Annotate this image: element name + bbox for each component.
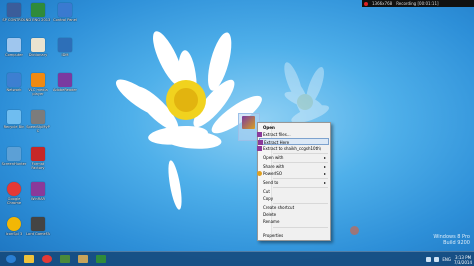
screen-icon <box>7 147 21 161</box>
menu-item-extract-to[interactable]: Extract to shaikh_ccgsh10th\ <box>257 145 329 152</box>
taskbar[interactable]: ENG 3:13 PM 7/3/2014 <box>0 251 474 266</box>
poweriso-icon <box>257 171 262 176</box>
desktop[interactable]: 1366x768 Recording [00:01:11] SP CONTROL… <box>0 0 474 266</box>
computer-icon <box>7 38 21 52</box>
menu-item-rename[interactable]: Rename <box>259 218 329 225</box>
desktop-icon[interactable]: Computer <box>1 38 27 57</box>
clock-date: 7/3/2014 <box>454 259 472 265</box>
taskbar-button-app[interactable] <box>57 253 73 265</box>
desktop-icon[interactable]: ND ENG 2013 <box>25 3 51 22</box>
network-icon <box>7 73 21 87</box>
vlc-icon <box>31 73 45 87</box>
menu-item-share-with[interactable]: Share with ▸ <box>259 163 329 170</box>
taskbar-button-app[interactable] <box>75 253 91 265</box>
taskbar-button-chrome[interactable] <box>39 253 55 265</box>
desktop-icon[interactable]: AdobeReader <box>52 73 78 92</box>
desktop-icon[interactable]: SpeedUpMyPC <box>25 110 51 134</box>
menu-item-delete[interactable]: Delete <box>259 211 329 218</box>
submenu-arrow-icon: ▸ <box>323 155 326 160</box>
menu-item-create-shortcut[interactable]: Create shortcut <box>259 204 329 211</box>
network-tray-icon[interactable] <box>426 257 432 262</box>
menu-item-extract-files[interactable]: Extract files... <box>257 131 329 138</box>
folder-icon <box>24 255 34 263</box>
game-icon <box>31 217 45 231</box>
desktop-icon[interactable]: Google Chrome <box>1 182 27 206</box>
format-factory-icon <box>31 147 45 161</box>
menu-item-poweriso[interactable]: PowerISO ▸ <box>257 170 329 177</box>
desktop-icon[interactable]: SP CONTROL <box>1 3 27 22</box>
desktop-icon[interactable]: IDM <box>52 38 78 57</box>
os-build: Build 9200 <box>443 240 470 246</box>
menu-item-send-to[interactable]: Send to ▸ <box>259 179 329 186</box>
menu-item-copy[interactable]: Copy <box>259 195 329 202</box>
recycle-bin-icon <box>7 110 21 124</box>
submenu-arrow-icon: ▸ <box>323 164 326 169</box>
system-tray[interactable]: ENG 3:13 PM 7/3/2014 <box>426 253 472 266</box>
desktop-icon[interactable]: Dictionary <box>25 38 51 57</box>
desktop-icon[interactable]: VLC media player <box>25 73 51 97</box>
chrome-icon <box>42 255 52 263</box>
app-icon <box>78 255 88 263</box>
recording-toolbar[interactable]: 1366x768 Recording [00:01:11] <box>362 0 474 7</box>
rar-icon <box>58 73 72 87</box>
brand-logo <box>350 224 400 244</box>
menu-item-properties[interactable]: Properties <box>259 232 329 239</box>
desktop-icon[interactable]: IconSpi 3 <box>1 217 27 236</box>
rar-archive-icon <box>242 116 255 129</box>
book-icon <box>31 38 45 52</box>
desktop-icon[interactable]: Recycle Bin <box>1 110 27 129</box>
logo-circle-icon <box>350 226 359 235</box>
volume-tray-icon[interactable] <box>434 257 440 262</box>
menu-item-open-with[interactable]: Open with ▸ <box>259 154 329 161</box>
chrome-icon <box>7 182 21 196</box>
language-indicator[interactable]: ENG <box>442 257 451 262</box>
os-watermark: Windows 8 Pro Build 9200 <box>433 234 470 246</box>
recording-status: Recording [00:01:11] <box>396 1 439 6</box>
ie-icon <box>6 255 16 263</box>
winrar-icon <box>257 146 262 151</box>
desktop-icon[interactable]: Network <box>1 73 27 92</box>
submenu-arrow-icon: ▸ <box>323 171 326 176</box>
idm-icon <box>58 38 72 52</box>
record-icon <box>364 1 368 6</box>
winrar-icon <box>31 182 45 196</box>
context-menu[interactable]: Open Extract files... Extract Here Extra… <box>257 122 331 241</box>
sp-control-icon <box>7 3 21 17</box>
taskbar-button-explorer[interactable] <box>21 253 37 265</box>
app-icon <box>60 255 70 263</box>
recording-resolution: 1366x768 <box>372 1 393 6</box>
desktop-icon[interactable]: Control Panel <box>52 3 78 22</box>
submenu-arrow-icon: ▸ <box>323 180 326 185</box>
taskbar-button-app[interactable] <box>93 253 109 265</box>
winrar-icon <box>257 132 262 137</box>
desktop-icon[interactable]: Format Factory <box>25 147 51 171</box>
app-icon <box>96 255 106 263</box>
taskbar-button-ie[interactable] <box>3 253 19 265</box>
menu-item-open[interactable]: Open <box>259 124 329 131</box>
control-panel-icon <box>58 3 72 17</box>
app-icon <box>7 217 21 231</box>
desktop-icon[interactable]: WinRAR <box>25 182 51 201</box>
app-icon <box>31 3 45 17</box>
desktop-icon[interactable]: ScreenHunter <box>1 147 27 166</box>
clock[interactable]: 3:13 PM 7/3/2014 <box>454 255 472 265</box>
desktop-icon[interactable]: Lord GameFA <box>25 217 51 236</box>
menu-item-cut[interactable]: Cut <box>259 188 329 195</box>
menu-item-extract-here[interactable]: Extract Here <box>258 138 329 145</box>
tool-icon <box>31 110 45 124</box>
menu-separator <box>273 227 328 228</box>
clock-time: 3:13 PM <box>454 254 472 260</box>
